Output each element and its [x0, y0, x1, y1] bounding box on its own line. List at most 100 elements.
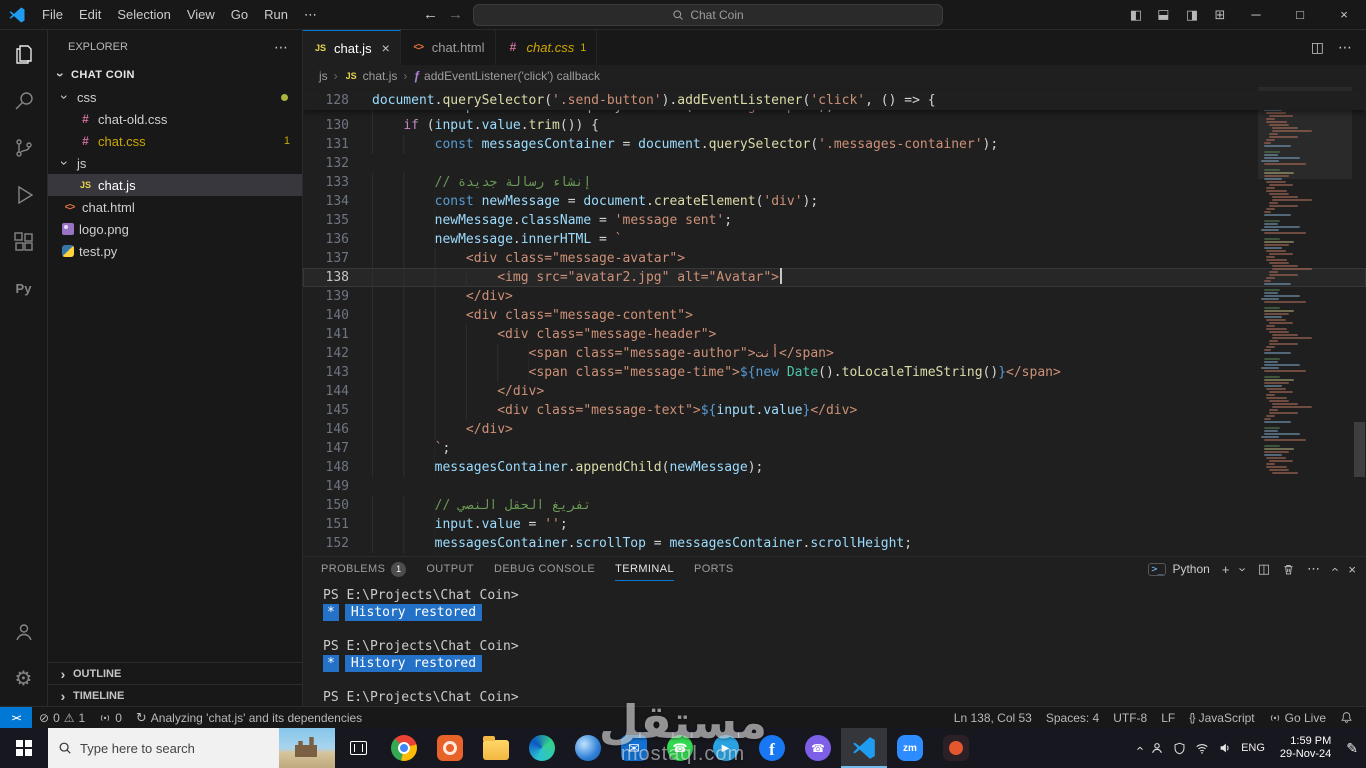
- close-panel-icon[interactable]: ×: [1348, 562, 1356, 577]
- split-terminal-icon[interactable]: ◫: [1258, 561, 1270, 577]
- volume-icon[interactable]: [1218, 741, 1232, 755]
- taskbar-app-zoom-icon[interactable]: [887, 728, 933, 768]
- go-live-button[interactable]: Go Live: [1262, 707, 1333, 729]
- task-view-button[interactable]: [335, 728, 381, 768]
- run-debug-icon[interactable]: [0, 171, 48, 218]
- taskbar-app-viber-icon[interactable]: [795, 728, 841, 768]
- code-line-133[interactable]: 133 // إنشاء رسالة جديدة: [303, 173, 1366, 192]
- minimap[interactable]: [1258, 91, 1352, 475]
- code-line-148[interactable]: 148 messagesContainer.appendChild(newMes…: [303, 458, 1366, 477]
- menu-selection[interactable]: Selection: [109, 4, 178, 26]
- security-shield-icon[interactable]: [1173, 742, 1186, 755]
- code-line-144[interactable]: 144 </div>: [303, 382, 1366, 401]
- taskbar-search[interactable]: Type here to search: [48, 728, 335, 768]
- menu-edit[interactable]: Edit: [71, 4, 109, 26]
- code-line-149[interactable]: 149: [303, 477, 1366, 496]
- tab-chat-html[interactable]: <> chat.html: [400, 30, 496, 65]
- panel-tab-output[interactable]: OUTPUT: [426, 557, 474, 581]
- breadcrumb-item-chat-js[interactable]: JS chat.js: [344, 69, 398, 84]
- eol-indicator[interactable]: LF: [1154, 707, 1182, 729]
- forward-button[interactable]: →: [448, 6, 463, 23]
- ports-status[interactable]: 0: [92, 707, 129, 729]
- network-wifi-icon[interactable]: [1195, 741, 1209, 755]
- toggle-primary-sidebar-icon[interactable]: ◧: [1122, 0, 1150, 30]
- taskbar-app-facebook-icon[interactable]: [749, 728, 795, 768]
- panel-tab-problems[interactable]: PROBLEMS 1: [321, 557, 407, 581]
- windows-ink-icon[interactable]: ✎: [1346, 740, 1358, 757]
- code-line-130[interactable]: 130 if (input.value.trim()) {: [303, 116, 1366, 135]
- tree-item-chat-js[interactable]: JS chat.js: [48, 174, 302, 196]
- remote-indicator[interactable]: ><: [0, 706, 32, 729]
- editor-scrollbar[interactable]: [1354, 422, 1365, 477]
- tree-item-chat-html[interactable]: <> chat.html: [48, 196, 302, 218]
- code-line-138[interactable]: 138 <img src="avatar2.jpg" alt="Avatar">: [303, 268, 1366, 287]
- account-icon[interactable]: [0, 608, 48, 655]
- project-root[interactable]: › CHAT COIN: [48, 64, 302, 86]
- terminal-profile-chevron-icon[interactable]: ›: [1236, 562, 1251, 577]
- code-line-137[interactable]: 137 <div class="message-avatar">: [303, 249, 1366, 268]
- code-line-132[interactable]: 132: [303, 154, 1366, 173]
- menu-more[interactable]: ⋯: [296, 4, 325, 26]
- customize-layout-icon[interactable]: ⊞: [1206, 0, 1234, 30]
- code-line-146[interactable]: 146 </div>: [303, 420, 1366, 439]
- panel-tab-ports[interactable]: PORTS: [694, 557, 734, 581]
- minimize-button[interactable]: ─: [1234, 0, 1278, 30]
- panel-more-icon[interactable]: ⋯: [1307, 561, 1320, 577]
- breadcrumb-item-js[interactable]: js: [319, 69, 328, 83]
- tree-item-css[interactable]: › css: [48, 86, 302, 108]
- toggle-panel-icon[interactable]: ◨: [1150, 0, 1178, 30]
- menu-file[interactable]: File: [34, 4, 71, 26]
- code-line-128[interactable]: 128 document.querySelector('.send-button'…: [303, 91, 1366, 110]
- code-line-136[interactable]: 136 newMessage.innerHTML = `: [303, 230, 1366, 249]
- search-highlight-image[interactable]: [279, 728, 335, 768]
- back-button[interactable]: ←: [423, 6, 438, 23]
- code-line-140[interactable]: 140 <div class="message-content">: [303, 306, 1366, 325]
- taskbar-app-browser-blue-icon[interactable]: [565, 728, 611, 768]
- code-line-147[interactable]: 147 `;: [303, 439, 1366, 458]
- explorer-icon[interactable]: [0, 30, 48, 77]
- timeline-section[interactable]: › TIMELINE: [48, 684, 302, 706]
- extensions-icon[interactable]: [0, 218, 48, 265]
- code-line-142[interactable]: 142 <span class="message-author">أنت</sp…: [303, 344, 1366, 363]
- user-tray-icon[interactable]: [1150, 741, 1164, 755]
- taskbar-clock[interactable]: 1:59 PM 29-Nov-24: [1274, 735, 1337, 761]
- vscode-logo-icon[interactable]: [0, 6, 34, 24]
- code-editor[interactable]: 128 document.querySelector('.send-button'…: [303, 87, 1366, 556]
- menu-view[interactable]: View: [179, 4, 223, 26]
- taskbar-app-app-dark-icon[interactable]: [933, 728, 979, 768]
- tree-item-test-py[interactable]: test.py: [48, 240, 302, 262]
- tab-chat-css[interactable]: # chat.css 1: [495, 30, 598, 65]
- taskbar-app-mail-icon[interactable]: [611, 728, 657, 768]
- taskbar-app-whatsapp-icon[interactable]: [657, 728, 703, 768]
- explorer-more-icon[interactable]: ⋯: [274, 39, 288, 56]
- panel-tab-terminal[interactable]: TERMINAL: [615, 557, 674, 581]
- taskbar-app-vscode-icon[interactable]: [841, 728, 887, 768]
- tree-item-logo-png[interactable]: logo.png: [48, 218, 302, 240]
- encoding[interactable]: UTF-8: [1106, 707, 1154, 729]
- tab-chat-js[interactable]: JS chat.js ×: [303, 30, 401, 65]
- menu-go[interactable]: Go: [223, 4, 256, 26]
- split-editor-icon[interactable]: ◫: [1311, 39, 1324, 56]
- hidden-icons-chevron-icon[interactable]: ›: [1131, 746, 1146, 750]
- indentation[interactable]: Spaces: 4: [1039, 707, 1106, 729]
- panel-tab-debug-console[interactable]: DEBUG CONSOLE: [494, 557, 595, 581]
- source-control-icon[interactable]: [0, 124, 48, 171]
- taskbar-app-file-explorer-icon[interactable]: [473, 728, 519, 768]
- python-icon[interactable]: Py: [0, 265, 48, 312]
- notifications-bell-icon[interactable]: [1333, 707, 1360, 729]
- taskbar-app-app-orange-icon[interactable]: [427, 728, 473, 768]
- maximize-button[interactable]: □: [1278, 0, 1322, 30]
- taskbar-app-chrome-icon[interactable]: [381, 728, 427, 768]
- code-line-145[interactable]: 145 <div class="message-text">${input.va…: [303, 401, 1366, 420]
- taskbar-app-telegram-icon[interactable]: [703, 728, 749, 768]
- terminal-profile[interactable]: >_ Python: [1148, 562, 1210, 576]
- search-icon[interactable]: [0, 77, 48, 124]
- outline-section[interactable]: › OUTLINE: [48, 662, 302, 684]
- tree-item-js[interactable]: › js: [48, 152, 302, 174]
- language-mode[interactable]: {} JavaScript: [1182, 707, 1261, 729]
- cursor-position[interactable]: Ln 138, Col 53: [947, 707, 1039, 729]
- code-line-134[interactable]: 134 const newMessage = document.createEl…: [303, 192, 1366, 211]
- breadcrumb-item-addeventlistener-click-callback[interactable]: ƒ addEventListener('click') callback: [413, 69, 600, 83]
- problems-status[interactable]: ⊘ 0 ⚠ 1: [32, 707, 92, 729]
- code-line-151[interactable]: 151 input.value = '';: [303, 515, 1366, 534]
